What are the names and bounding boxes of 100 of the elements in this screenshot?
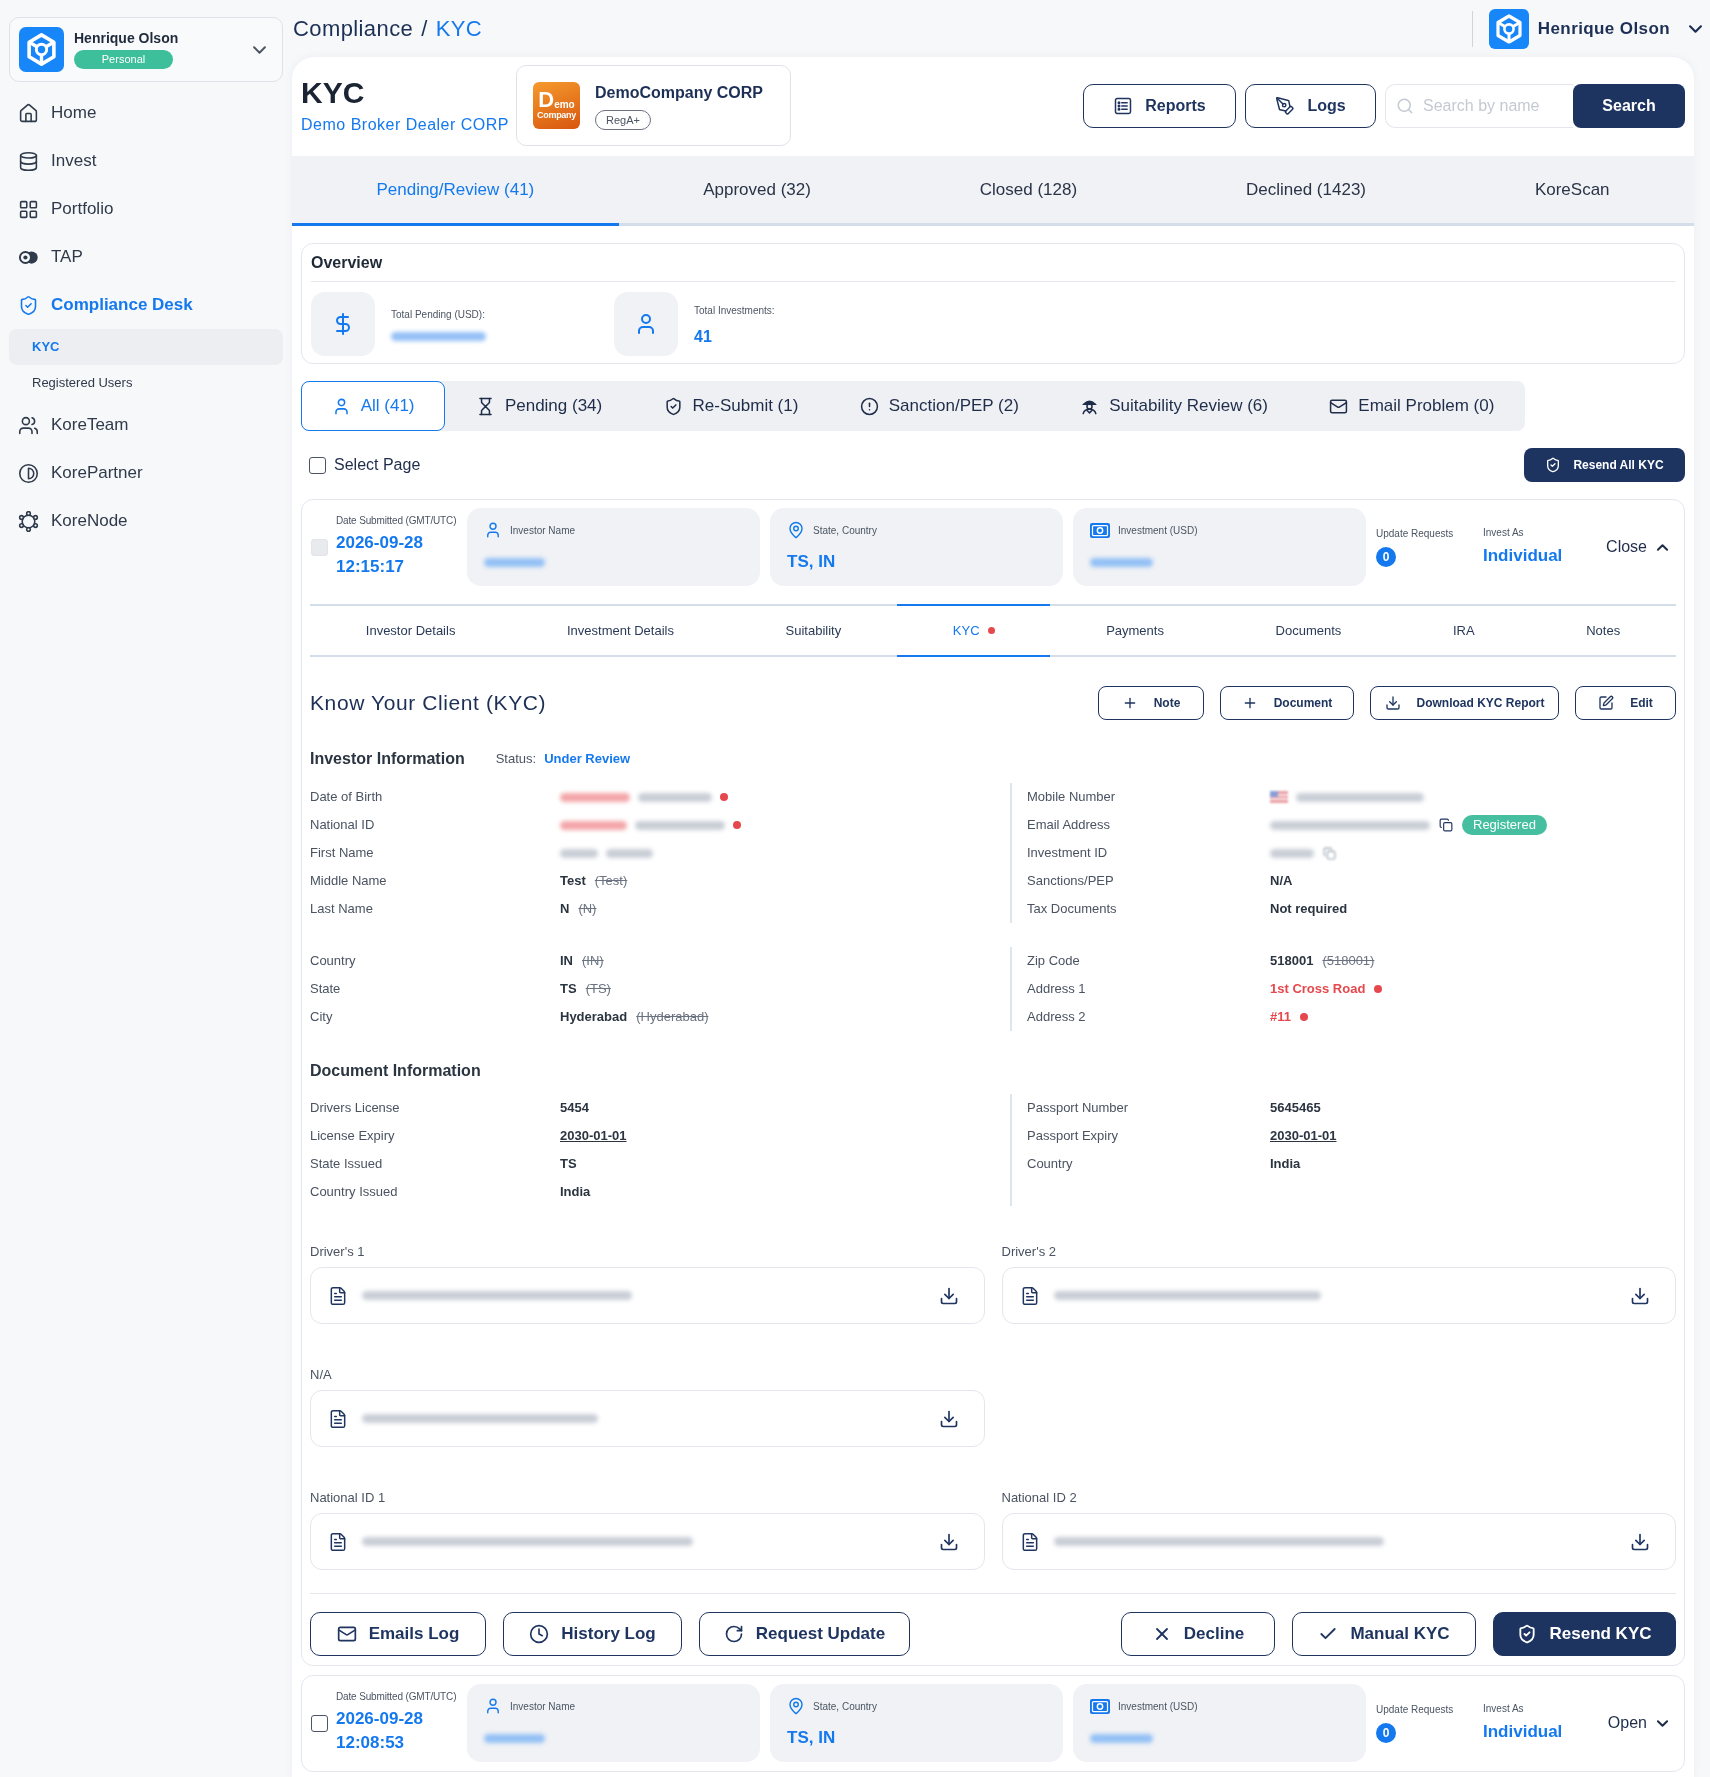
file-label: National ID 2	[1001, 1490, 1078, 1506]
filter-tab[interactable]: Email Problem (0)	[1298, 381, 1526, 431]
shield-check-icon	[18, 294, 39, 316]
date-label: Date Submitted (GMT/UTC)	[336, 1690, 457, 1704]
logo-caption: Company	[537, 110, 576, 121]
alert-circle-icon	[859, 396, 879, 416]
nav-item[interactable]: KorePartner	[0, 449, 292, 497]
chevron-down-icon	[1689, 24, 1702, 33]
previous-value: (Hyderabad)	[636, 1008, 709, 1027]
field-value: #11	[1270, 1008, 1291, 1027]
nav-item[interactable]: Invest	[0, 137, 292, 185]
section-title: Know Your Client (KYC)	[310, 690, 547, 717]
shield-check-icon	[1545, 457, 1562, 473]
field-label: Tax Documents	[1027, 900, 1118, 919]
stat-value: 41	[694, 327, 713, 346]
dollar-icon	[311, 292, 375, 356]
invest-as-label: Invest As	[1483, 1702, 1525, 1716]
download-icon[interactable]	[1630, 1285, 1650, 1306]
tile-label: Investor Name	[510, 523, 576, 538]
previous-value: (N)	[578, 900, 597, 919]
copy-icon[interactable]	[1439, 818, 1453, 832]
nav-item[interactable]: Portfolio	[0, 185, 292, 233]
field-label: National ID	[310, 816, 376, 835]
user-menu[interactable]: Henrique Olson	[1488, 8, 1702, 49]
field-label: Address 1	[1027, 980, 1087, 999]
status-tab[interactable]: KoreScan	[1450, 156, 1694, 226]
toolbar-button[interactable]: Logs	[1245, 84, 1376, 128]
submitted-time: 12:08:53	[336, 1732, 406, 1754]
nav-item[interactable]: Home	[0, 89, 292, 137]
filter-tab[interactable]: Sanction/PEP (2)	[829, 381, 1050, 431]
download-icon[interactable]	[938, 1408, 959, 1429]
field-label: Email Address	[1027, 816, 1112, 835]
nav-subitem[interactable]: Registered Users	[9, 365, 283, 401]
nav-item[interactable]: TAP	[0, 233, 292, 281]
mail-icon	[336, 1624, 357, 1644]
house-icon	[18, 102, 39, 124]
mail-icon	[1329, 396, 1349, 416]
field-value: India	[560, 1183, 591, 1202]
half-circle-icon	[18, 462, 39, 484]
filter-tab[interactable]: Re-Submit (1)	[632, 381, 830, 431]
submitted-time: 12:15:17	[336, 556, 406, 578]
breadcrumb-current: KYC	[435, 15, 483, 43]
redacted-value	[1270, 848, 1314, 858]
redacted-value	[606, 848, 653, 858]
field-value: Not required	[1270, 900, 1348, 919]
checkbox[interactable]	[311, 1714, 328, 1732]
person-icon	[484, 1697, 502, 1715]
status-tab[interactable]: Pending/Review (41)	[292, 156, 619, 226]
field-label: License Expiry	[310, 1127, 396, 1146]
chevron-down-icon	[253, 45, 266, 54]
count-badge: 0	[1376, 547, 1396, 567]
map-pin-icon	[787, 521, 805, 539]
filter-tab[interactable]: Pending (34)	[445, 381, 633, 431]
field-value: India	[1270, 1155, 1301, 1174]
tile-label: Investment (USD)	[1118, 523, 1198, 538]
registered-badge: Registered	[1462, 815, 1547, 835]
update-requests-label: Update Requests	[1376, 527, 1455, 541]
toolbar-button[interactable]: Reports	[1083, 84, 1236, 128]
date-label: Date Submitted (GMT/UTC)	[336, 514, 457, 528]
nav-subitem[interactable]: KYC	[9, 329, 283, 365]
filter-tab[interactable]: Suitability Review (6)	[1049, 381, 1299, 431]
previous-value: (TS)	[585, 980, 611, 999]
download-icon[interactable]	[1630, 1531, 1650, 1552]
profile-card[interactable]: Henrique Olson Personal	[9, 17, 283, 82]
file-label: Driver's 1	[310, 1244, 366, 1260]
nav-item[interactable]: KoreNode	[0, 497, 292, 545]
field-label: Sanctions/PEP	[1027, 872, 1115, 891]
tile-value: TS, IN	[787, 551, 836, 574]
filter-tab[interactable]: All (41)	[301, 381, 446, 431]
nav-item[interactable]: KoreTeam	[0, 401, 292, 449]
download-icon[interactable]	[938, 1531, 959, 1552]
field-value: Test	[560, 872, 586, 891]
field-value: 518001	[1270, 952, 1314, 971]
map-pin-icon	[787, 1697, 805, 1715]
status-tab[interactable]: Approved (32)	[618, 156, 896, 226]
field-label: Mobile Number	[1027, 788, 1117, 807]
expand-toggle[interactable]: Open	[1607, 1711, 1676, 1735]
database-icon	[18, 150, 39, 172]
status-tab[interactable]: Closed (128)	[895, 156, 1162, 226]
search-button[interactable]: Search	[1573, 84, 1685, 128]
chevron-up-icon	[1657, 543, 1668, 551]
status-tab[interactable]: Declined (1423)	[1161, 156, 1451, 226]
breadcrumb-link[interactable]: Compliance	[293, 12, 414, 45]
resend-all-button[interactable]: Resend All KYC	[1524, 448, 1685, 482]
search-icon	[1396, 97, 1414, 115]
field-label: Country	[1027, 1155, 1074, 1174]
company-selector[interactable]: Demo Company DemoCompany CORP RegA+	[516, 65, 791, 146]
page-title: KYC	[301, 75, 366, 111]
submitted-date: 2026-09-28	[336, 532, 424, 554]
date-value: 2030-01-01	[560, 1127, 627, 1146]
tile-label: Investor Name	[510, 1699, 576, 1714]
field-label: Middle Name	[310, 872, 388, 891]
nav-item[interactable]: Compliance Desk	[0, 281, 292, 329]
download-icon[interactable]	[938, 1285, 959, 1306]
search-field[interactable]: Search by name	[1385, 84, 1573, 128]
tile-label: Investment (USD)	[1118, 1699, 1198, 1714]
submitted-date: 2026-09-28	[336, 1708, 424, 1730]
field-label: Passport Expiry	[1027, 1127, 1120, 1146]
checkbox[interactable]	[309, 456, 326, 474]
field-value: N/A	[1270, 872, 1293, 891]
